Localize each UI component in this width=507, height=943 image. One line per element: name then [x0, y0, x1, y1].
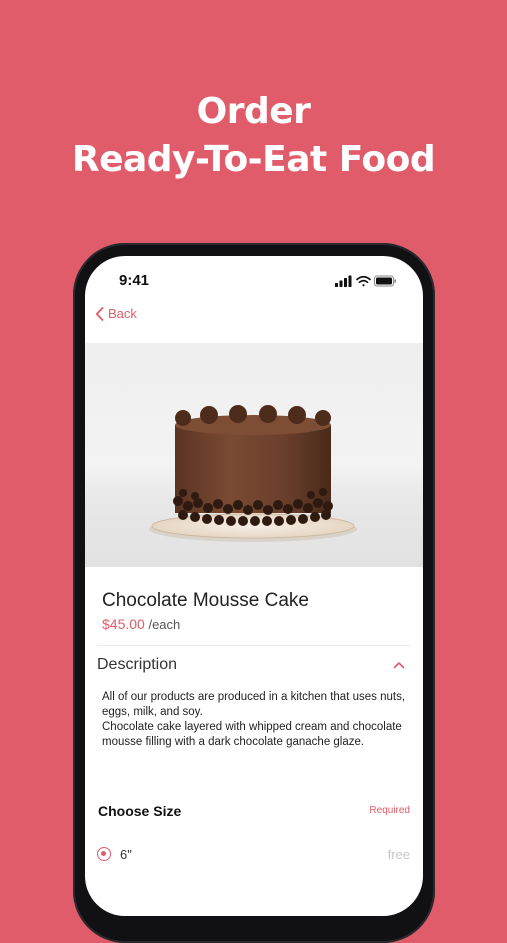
description-text: All of our products are produced in a ki…	[102, 690, 410, 750]
headline-line-1: Order	[196, 91, 311, 132]
chevron-left-icon	[95, 306, 104, 321]
battery-icon	[373, 275, 396, 287]
product-name: Chocolate Mousse Cake	[102, 590, 309, 611]
wifi-icon	[356, 275, 371, 287]
back-label: Back	[108, 306, 137, 321]
status-icons	[335, 275, 396, 287]
chevron-up-icon[interactable]	[393, 660, 405, 670]
signal-icon	[335, 275, 352, 287]
status-time: 9:41	[119, 272, 150, 289]
size-option-label[interactable]: 6"	[120, 847, 132, 862]
description-paragraph: Chocolate cake layered with whipped crea…	[102, 721, 402, 748]
app-screen: 9:41 Back Chocolate Mousse Cake $45.00 /…	[85, 256, 423, 916]
description-heading: Description	[97, 656, 178, 673]
required-badge: Required	[369, 805, 410, 816]
divider	[97, 645, 411, 646]
product-price: $45.00	[102, 616, 145, 632]
size-radio-6in[interactable]	[97, 847, 111, 861]
promo-headline: Order Ready-To-Eat Food	[0, 88, 507, 184]
product-image	[85, 343, 423, 567]
headline-line-2: Ready-To-Eat Food	[71, 139, 436, 180]
choose-size-heading: Choose Size	[98, 803, 182, 819]
back-button[interactable]: Back	[95, 306, 137, 321]
description-paragraph: All of our products are produced in a ki…	[102, 691, 406, 718]
price-unit: /each	[148, 617, 181, 632]
chocolate-cake-photo	[149, 405, 357, 542]
size-option-price: free	[387, 847, 410, 862]
product-price-row: $45.00 /each	[102, 616, 180, 632]
